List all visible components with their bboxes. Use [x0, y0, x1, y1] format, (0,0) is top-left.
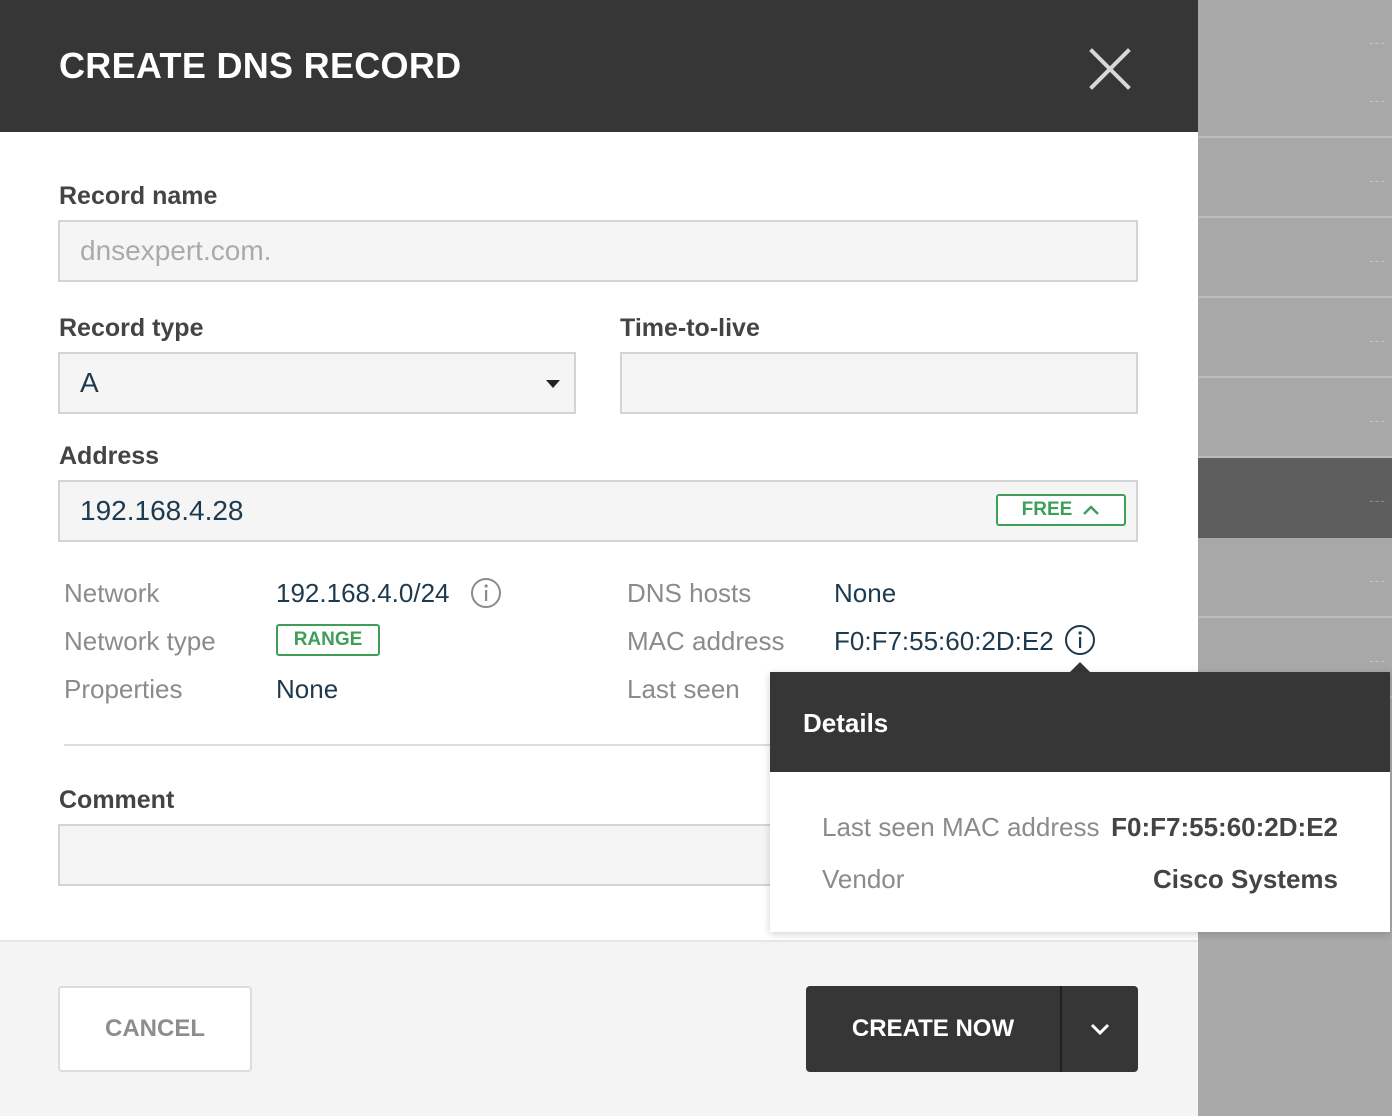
close-icon[interactable]: [1088, 47, 1132, 91]
properties-value: None: [276, 674, 339, 704]
last-seen-label: Last seen: [627, 674, 740, 704]
table-row-selected: ---: [1198, 458, 1392, 538]
address-status-badge[interactable]: FREE: [996, 494, 1126, 526]
record-type-label: Record type: [59, 314, 204, 342]
table-row: ---: [1198, 138, 1392, 218]
vendor-value: Cisco Systems: [1153, 864, 1338, 894]
last-seen-mac-label: Last seen MAC address: [822, 812, 1100, 842]
cancel-button[interactable]: CANCEL: [58, 986, 252, 1072]
record-name-label: Record name: [59, 182, 218, 210]
last-seen-mac-value: F0:F7:55:60:2D:E2: [1111, 812, 1338, 842]
dns-hosts-label: DNS hosts: [627, 578, 752, 608]
table-row: ---: [1198, 538, 1392, 618]
network-label: Network: [64, 578, 160, 608]
table-row: ---: [1198, 218, 1392, 298]
popover-header: Details: [770, 672, 1390, 772]
table-row: ---: [1198, 298, 1392, 378]
table-row: ---: [1198, 378, 1392, 458]
address-label: Address: [59, 442, 160, 470]
mac-address-label: MAC address: [627, 626, 785, 656]
properties-label: Properties: [64, 674, 183, 704]
mac-address-value: F0:F7:55:60:2D:E2: [834, 626, 1054, 656]
status-badge-label: FREE: [1021, 499, 1073, 520]
address-value: 192.168.4.28: [80, 495, 244, 526]
network-value: 192.168.4.0/24: [276, 578, 450, 608]
record-name-input[interactable]: dnsexpert.com.: [58, 220, 1138, 282]
comment-label: Comment: [59, 786, 175, 814]
dns-hosts-value: None: [834, 578, 897, 608]
dialog-title: CREATE DNS RECORD: [59, 45, 462, 86]
create-dns-record-dialog: CREATE DNS RECORD Record name dnsexpert.…: [0, 0, 1198, 1116]
popover-title: Details: [803, 708, 889, 738]
create-now-button[interactable]: CREATE NOW: [806, 986, 1060, 1072]
vendor-label: Vendor: [822, 864, 905, 894]
create-options-button[interactable]: [1060, 986, 1138, 1072]
network-type-label: Network type: [64, 626, 216, 656]
background-table: --- --- --- --- --- --- --- --- ---: [1198, 0, 1392, 1114]
table-row: ---: [1198, 58, 1392, 138]
chevron-up-icon: [1083, 505, 1100, 515]
record-type-value: A: [80, 367, 99, 398]
network-info-icon[interactable]: [470, 577, 502, 609]
record-type-select[interactable]: A: [58, 352, 576, 414]
address-input[interactable]: 192.168.4.28: [58, 480, 1138, 542]
dropdown-arrow-icon: [546, 380, 560, 388]
ttl-label: Time-to-live: [620, 314, 760, 342]
mac-info-icon[interactable]: [1064, 624, 1096, 656]
network-type-badge: RANGE: [276, 624, 380, 656]
dialog-header: CREATE DNS RECORD: [0, 0, 1198, 132]
ttl-input[interactable]: [620, 352, 1138, 414]
details-popover: Details Last seen MAC address F0:F7:55:6…: [770, 672, 1390, 932]
chevron-down-icon: [1090, 1023, 1110, 1036]
